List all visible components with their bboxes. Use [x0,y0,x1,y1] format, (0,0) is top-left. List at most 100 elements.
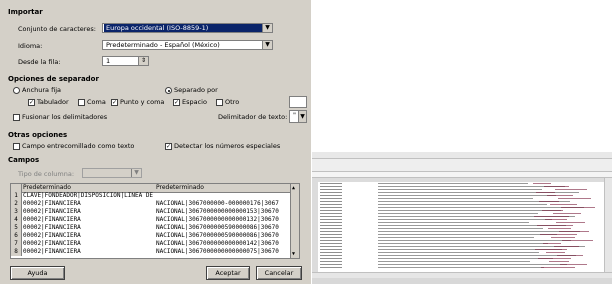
cell-text-line [378,243,548,244]
from-row-label: Desde la fila: [18,58,61,66]
cell-text-line [320,255,342,256]
cell-text-line [558,198,591,199]
cell-text-line [557,255,583,256]
cell-text-line [320,186,342,187]
cell-text-line [378,234,557,235]
space-checkbox[interactable]: ✓ [173,99,180,106]
tab-checkbox[interactable]: ✓ [28,99,35,106]
comma-checkbox[interactable] [78,99,85,106]
cell-text-line [545,219,567,220]
cell-text-line [551,237,575,238]
cell-text-line [320,234,342,235]
separated-by-radio[interactable] [165,87,172,94]
preview-col-type-1[interactable]: Predeterminado [23,184,71,192]
merge-delimiters-checkbox[interactable] [13,114,20,121]
cell-text-line [320,264,342,265]
cell-text-line [536,192,555,193]
column-type-label: Tipo de columna: [18,170,75,178]
import-preview-grid[interactable]: Predeterminado Predeterminado 1 CLAVE|FO… [10,183,300,259]
spreadsheet-window-thumbnail [312,152,612,284]
cell-text-line [378,264,567,265]
cell-text-line [378,261,530,262]
cell-text-line [378,195,556,196]
sheet-vertical-scrollbar[interactable] [604,178,612,272]
taskbar [312,278,612,284]
merge-delimiters-label: Fusionar los delimitadores [22,113,108,121]
cell-text-line [544,186,569,187]
import-heading: Importar [8,8,43,16]
cell-text-line [378,231,580,232]
column-headers [312,178,612,182]
cell-text-line [320,204,342,205]
ok-button[interactable]: Aceptar [206,266,250,280]
spinner-arrows-icon[interactable]: ⇕ [138,57,148,65]
cell-text-line [560,264,587,265]
cell-text-line [546,252,565,253]
preview-col-type-2[interactable]: Predeterminado [156,184,204,192]
space-label: Espacio [182,98,207,106]
cell-text-line [378,189,542,190]
other-input[interactable] [289,96,307,108]
cell-text-line [320,237,342,238]
column-type-select[interactable]: ▼ [82,168,142,178]
cell-text-line [320,210,342,211]
preview-row: 2 00002|FINANCIERA NACIONAL|3067000000-0… [11,200,291,208]
cell-text-line [559,231,589,232]
detect-special-numbers-label: Detectar los números especiales [174,142,281,150]
text-delimiter-select[interactable]: " ▼ [289,110,307,123]
cell-text-line [320,228,342,229]
cell-text-line [378,213,538,214]
cell-text-line [320,222,342,223]
cell-text-line [320,198,342,199]
charset-label: Conjunto de caracteres: [18,25,96,33]
quoted-as-text-checkbox[interactable] [13,143,20,150]
cell-text-line [320,246,342,247]
text-delimiter-label: Delimitador de texto: [218,113,288,121]
cell-text-line [320,225,342,226]
fixed-width-radio[interactable] [13,87,20,94]
cell-text-line [556,222,585,223]
cell-text-line [543,243,561,244]
preview-row: 8 00002|FINANCIERA NACIONAL|306700000000… [11,248,291,256]
cell-text-line [320,261,342,262]
chevron-down-icon[interactable]: ▼ [298,111,306,122]
charset-select[interactable]: Europa occidental (ISO-8859-1) ▼ [102,23,273,33]
preview-row: 4 00002|FINANCIERA NACIONAL|306700000000… [11,216,291,224]
preview-vertical-scrollbar[interactable]: ▲ ▼ [290,184,299,258]
cell-text-line [320,252,342,253]
other-options-heading: Otras opciones [8,131,68,139]
cell-text-line [378,204,547,205]
cell-text-line [378,183,528,184]
cell-text-line [378,198,533,199]
tab-label: Tabulador [37,98,69,106]
other-checkbox[interactable] [216,99,223,106]
cancel-button[interactable]: Cancelar [256,266,302,280]
cell-text-line [378,219,552,220]
semicolon-checkbox[interactable]: ✓ [111,99,118,106]
cell-text-line [320,189,342,190]
cell-text-line [378,267,544,268]
cell-text-line [561,207,595,208]
preview-row: 3 00002|FINANCIERA NACIONAL|306700000000… [11,208,291,216]
scroll-down-icon[interactable]: ▼ [292,251,295,257]
cell-text-line [547,195,573,196]
cell-text-line [320,249,342,250]
language-select[interactable]: Predeterminado - Español (México) ▼ [102,40,273,50]
cell-text-line [320,207,342,208]
cell-text-line [320,219,342,220]
help-button[interactable]: Ayuda [10,266,65,280]
quoted-as-text-label: Campo entrecomillado como texto [22,142,135,150]
cell-text-line [550,204,577,205]
cell-text-line [378,237,534,238]
chevron-down-icon[interactable]: ▼ [262,24,272,32]
scroll-up-icon[interactable]: ▲ [292,185,295,191]
semicolon-label: Punto y coma [120,98,165,106]
cell-grid[interactable] [318,183,612,272]
detect-special-numbers-checkbox[interactable]: ✓ [165,143,172,150]
chevron-down-icon[interactable]: ▼ [131,169,141,177]
cell-text-line [320,243,342,244]
cell-text-line [378,210,561,211]
formatting-toolbar [312,165,612,172]
from-row-spinner[interactable]: 1 ⇕ [102,56,149,66]
chevron-down-icon[interactable]: ▼ [262,41,272,49]
